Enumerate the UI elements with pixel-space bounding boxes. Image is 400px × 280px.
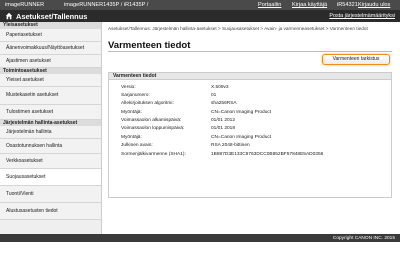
sidebar-item-timer[interactable]: Ajastimen asetukset — [0, 55, 101, 68]
field-row: Julkinen avain: RSA 2048-bittinen — [109, 142, 391, 150]
field-value: 01/01 2012 — [211, 118, 236, 124]
sidebar-item-security[interactable]: Suojausasetukset — [0, 169, 101, 186]
divider — [108, 51, 392, 52]
main-content: Asetukset/Tallennus: Järjestelmän hallin… — [102, 22, 400, 234]
page-background — [0, 242, 400, 280]
field-label: Allekirjoituksen algoritmi: — [121, 101, 174, 107]
user-label: imageRUNNER — [5, 2, 45, 8]
sidebar-item-network[interactable]: Verkkoasetukset — [0, 154, 101, 169]
sidebar: Yleisasetukset Paperiasetukset Äänenvoim… — [0, 22, 102, 234]
verify-certificate-button[interactable]: Varmenteen tarkistus — [322, 54, 390, 65]
field-label: Sarjanumero: — [121, 92, 150, 98]
sidebar-item-paper[interactable]: Paperiasetukset — [0, 29, 101, 42]
field-label: Myöntäjä: — [121, 134, 142, 140]
header-title: Asetukset/Tallennus — [16, 12, 88, 21]
field-value: X.509v3 — [211, 84, 229, 90]
sidebar-item-department-id[interactable]: Osastotunnuksen hallinta — [0, 139, 101, 154]
field-value: CN=Canon Imaging Product — [211, 109, 272, 115]
panel-title: Varmenteen tiedot — [109, 73, 391, 80]
top-bar: imageRUNNER imageRUNNER1435P / iR1435P /… — [0, 0, 400, 10]
sidebar-item-import-export[interactable]: Tuonti/Vienti — [0, 186, 101, 203]
logout-user-link[interactable]: Kirjaa käyttäjä — [292, 2, 327, 8]
sidebar-item-system-management[interactable]: Järjestelmän hallinta — [0, 126, 101, 139]
field-label: Versio: — [121, 84, 136, 90]
field-row: Sormenjälkivarmenne (SHA1): 1B887D3E133C… — [109, 150, 391, 158]
field-row: Versio: X.509v3 — [109, 83, 391, 91]
copyright: Copyright CANON INC. 2015 — [332, 235, 395, 241]
field-value: CN=Canon Imaging Product — [211, 134, 272, 140]
field-row: Voimassaolon alkamispäivä: 01/01 2012 — [109, 117, 391, 125]
field-row: Myöntäjä: CN=Canon Imaging Product — [109, 133, 391, 141]
page-title: Varmenteen tiedot — [108, 40, 191, 51]
field-value: 1B887D3E133C9763DCC0B952BF57848E5AD0356 — [211, 151, 324, 157]
system-settings-link[interactable]: Posta järjestelmämäärityksi — [329, 13, 395, 19]
user-id: iR54321 — [337, 2, 358, 8]
field-row: Allekirjoituksen algoritmi: sha256RSA — [109, 100, 391, 108]
field-value: 01/01 2018 — [211, 126, 236, 132]
footer: Copyright CANON INC. 2015 — [0, 234, 400, 242]
field-label: Myöntäjä: — [121, 109, 142, 115]
field-label: Julkinen avain: — [121, 143, 153, 149]
portal-link[interactable]: Portaaliin — [258, 2, 281, 8]
sidebar-item-init-info[interactable]: Alustusasetusten tiedot — [0, 203, 101, 220]
sidebar-item-volume-display[interactable]: Äänenvoimakkuus/Näyttöasetukset — [0, 42, 101, 55]
device-label: imageRUNNER1435P / iR1435P / — [64, 2, 149, 8]
certificate-panel: Varmenteen tiedot Versio: X.509v3 Sarjan… — [108, 72, 392, 198]
field-value: RSA 2048-bittinen — [211, 143, 250, 149]
field-label: Voimassaolon alkamispäivä: — [121, 118, 182, 124]
field-value: 01 — [211, 92, 217, 98]
page-header: Asetukset/Tallennus Posta järjestelmämää… — [0, 10, 400, 22]
field-row: Sarjanumero: 01 — [109, 91, 391, 99]
field-label: Sormenjälkivarmenne (SHA1): — [121, 151, 186, 157]
field-value: sha256RSA — [211, 101, 237, 107]
field-row: Myöntäjä: CN=Canon Imaging Product — [109, 108, 391, 116]
breadcrumb: Asetukset/Tallennus: Järjestelmän hallin… — [108, 26, 368, 31]
logout-link[interactable]: Kirjaudu ulos — [358, 2, 390, 8]
sidebar-item-general[interactable]: Yleiset asetukset — [0, 74, 101, 87]
field-row: Voimassaolon loppumispäivä: 01/01 2018 — [109, 125, 391, 133]
sidebar-heading: Yleisasetukset — [0, 22, 101, 29]
home-icon[interactable] — [5, 12, 13, 20]
sidebar-item-printer[interactable]: Tulostimen asetukset — [0, 105, 101, 120]
sidebar-item-ink[interactable]: Mustekasetin asetukset — [0, 87, 101, 105]
field-label: Voimassaolon loppumispäivä: — [121, 126, 185, 132]
